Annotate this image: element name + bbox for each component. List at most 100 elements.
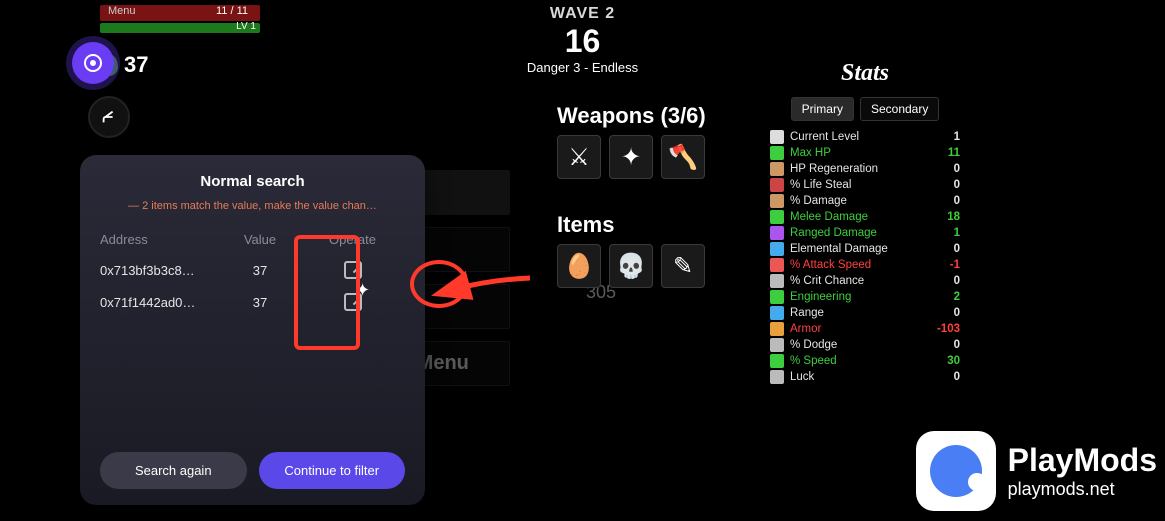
hud: Menu 11 / 11 LV 1 xyxy=(100,5,260,33)
search-again-button[interactable]: Search again xyxy=(100,452,247,489)
item-slot-2[interactable]: ✎ xyxy=(661,244,705,288)
hp-bar: Menu 11 / 11 xyxy=(100,5,260,21)
stat-icon xyxy=(770,354,784,368)
stat-name: Max HP xyxy=(790,147,924,159)
stat-row: Armor-103 xyxy=(770,321,960,337)
stat-icon xyxy=(770,306,784,320)
stat-row: Luck 0 xyxy=(770,369,960,385)
addr-0: 0x713bf3b3c8… xyxy=(100,263,220,278)
stat-icon xyxy=(770,338,784,352)
weapon-slot-0[interactable]: ⚔ xyxy=(557,135,601,179)
stat-icon xyxy=(770,178,784,192)
items-row: 🥚 💀 ✎ xyxy=(557,244,705,288)
stat-row: HP Regeneration 0 xyxy=(770,161,960,177)
stat-name: % Damage xyxy=(790,195,924,207)
stat-icon xyxy=(770,146,784,160)
stat-name: Range xyxy=(790,307,924,319)
stat-value: 0 xyxy=(930,339,960,351)
search-message: — 2 items match the value, make the valu… xyxy=(100,200,405,212)
back-button[interactable] xyxy=(88,96,130,138)
weapons-row: ⚔ ✦ 🪓 xyxy=(557,135,705,179)
stat-row: % Life Steal0 xyxy=(770,177,960,193)
stat-name: Armor xyxy=(790,323,924,335)
val-0: 37 xyxy=(220,263,300,278)
stat-icon xyxy=(770,226,784,240)
item-slot-0[interactable]: 🥚 xyxy=(557,244,601,288)
stat-row: % Crit Chance 0 xyxy=(770,273,960,289)
stat-row: % Damage 0 xyxy=(770,193,960,209)
stat-name: Luck xyxy=(790,371,924,383)
stat-value: 0 xyxy=(930,163,960,175)
op-0[interactable] xyxy=(300,261,405,279)
stat-value: 30 xyxy=(930,355,960,367)
tab-primary[interactable]: Primary xyxy=(791,97,854,121)
stat-icon xyxy=(770,242,784,256)
stat-value: 18 xyxy=(930,211,960,223)
playmods-logo-icon xyxy=(916,431,996,511)
mod-menu-button[interactable] xyxy=(72,42,114,84)
stat-name: Ranged Damage xyxy=(790,227,924,239)
stat-name: % Speed xyxy=(790,355,924,367)
watermark-url: playmods.net xyxy=(1008,479,1157,500)
stat-name: % Crit Chance xyxy=(790,275,924,287)
item-slot-1[interactable]: 💀 xyxy=(609,244,653,288)
search-row-0: 0x713bf3b3c8… 37 xyxy=(100,261,405,279)
stat-name: HP Regeneration xyxy=(790,163,924,175)
stat-name: Melee Damage xyxy=(790,211,924,223)
hp-value: 11 / 11 xyxy=(216,5,248,17)
op-1[interactable] xyxy=(300,293,405,311)
stat-name: Engineering xyxy=(790,291,924,303)
tab-secondary[interactable]: Secondary xyxy=(860,97,939,121)
stat-value: 2 xyxy=(930,291,960,303)
col-address: Address xyxy=(100,232,220,247)
col-value: Value xyxy=(220,232,300,247)
stat-row: Elemental Damage0 xyxy=(770,241,960,257)
stat-value: 1 xyxy=(930,131,960,143)
continue-filter-button[interactable]: Continue to filter xyxy=(259,452,406,489)
weapon-slot-2[interactable]: 🪓 xyxy=(661,135,705,179)
stat-name: % Life Steal xyxy=(790,179,924,191)
stat-icon xyxy=(770,210,784,224)
cursor-icon: ✦ xyxy=(355,280,370,301)
stat-value: 0 xyxy=(930,371,960,383)
watermark-title: PlayMods xyxy=(1008,442,1157,479)
stat-value: 0 xyxy=(930,307,960,319)
stat-row: Current Level1 xyxy=(770,129,960,145)
stat-row: Max HP11 xyxy=(770,145,960,161)
items-label: Items xyxy=(557,212,614,238)
watermark: PlayMods playmods.net xyxy=(916,431,1157,511)
stats-title: Stats xyxy=(770,60,960,87)
search-table-header: Address Value Operate xyxy=(100,232,405,247)
weapon-slot-1[interactable]: ✦ xyxy=(609,135,653,179)
stat-icon xyxy=(770,274,784,288)
wave-header: WAVE 2 16 Danger 3 - Endless xyxy=(527,5,638,75)
stat-icon xyxy=(770,370,784,384)
stat-value: -1 xyxy=(930,259,960,271)
stat-row: Ranged Damage1 xyxy=(770,225,960,241)
col-operate: Operate xyxy=(300,232,405,247)
menu-label: Menu xyxy=(108,5,136,17)
stats-tabs: Primary Secondary xyxy=(770,97,960,121)
stat-row: % Speed 30 xyxy=(770,353,960,369)
stat-icon xyxy=(770,162,784,176)
search-title: Normal search xyxy=(100,173,405,190)
stat-value: 0 xyxy=(930,195,960,207)
stat-value: 0 xyxy=(930,275,960,287)
stat-icon xyxy=(770,290,784,304)
coin-value: 37 xyxy=(124,52,148,78)
level-label: LV 1 xyxy=(236,21,256,32)
stat-row: % Dodge 0 xyxy=(770,337,960,353)
wave-timer: 16 xyxy=(527,23,638,60)
weapons-label: Weapons (3/6) xyxy=(557,103,706,129)
search-actions: Search again Continue to filter xyxy=(100,452,405,489)
stat-row: Engineering 2 xyxy=(770,289,960,305)
stat-icon xyxy=(770,322,784,336)
stats-list: Current Level1Max HP11HP Regeneration0% … xyxy=(770,129,960,385)
wave-label: WAVE 2 xyxy=(527,5,638,23)
stat-name: % Dodge xyxy=(790,339,924,351)
search-modal: Normal search — 2 items match the value,… xyxy=(80,155,425,505)
stat-row: Melee Damage 18 xyxy=(770,209,960,225)
stat-icon xyxy=(770,130,784,144)
stat-name: % Attack Speed xyxy=(790,259,924,271)
val-1: 37 xyxy=(220,295,300,310)
